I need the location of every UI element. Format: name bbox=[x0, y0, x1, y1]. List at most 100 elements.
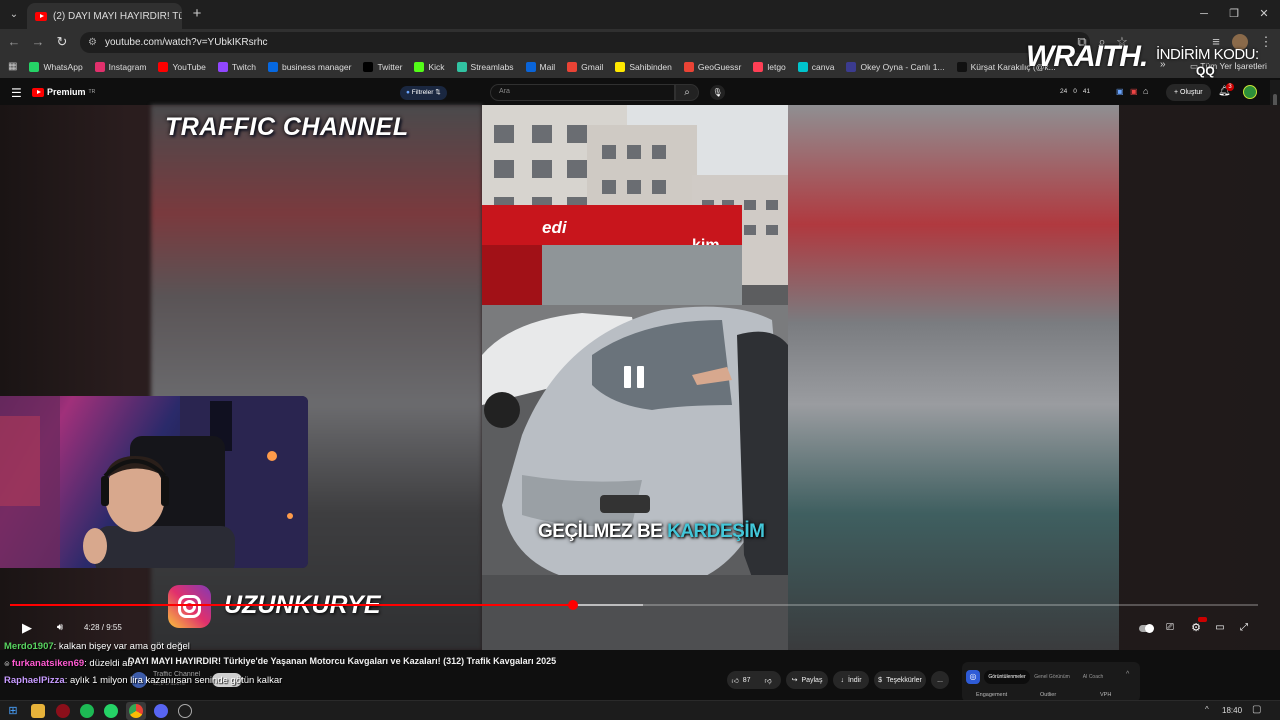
caption-text: GEÇİLMEZ BE bbox=[538, 521, 668, 542]
whatsapp-taskbar-icon[interactable] bbox=[104, 704, 118, 718]
pause-icon[interactable] bbox=[620, 362, 650, 392]
close-window-icon[interactable]: ✕ bbox=[1254, 5, 1274, 23]
bookmark-item[interactable]: canva bbox=[797, 61, 834, 72]
tiktok-icon bbox=[956, 61, 967, 72]
chrome-icon[interactable] bbox=[129, 704, 143, 718]
bookmark-item[interactable]: letgo bbox=[753, 61, 786, 72]
windows-start-icon[interactable]: ⊞ bbox=[6, 704, 20, 718]
bookmark-item[interactable]: GeoGuessr bbox=[683, 61, 742, 72]
download-label: İndir bbox=[847, 676, 862, 684]
video-blur-left bbox=[151, 105, 482, 650]
minimize-icon[interactable]: ─ bbox=[1194, 5, 1214, 23]
fullscreen-icon[interactable]: ⤢ bbox=[1236, 620, 1252, 636]
chat-username: Merdo1907 bbox=[4, 641, 54, 652]
search-icon[interactable]: ⌕ bbox=[675, 84, 699, 101]
new-tab-button[interactable]: + bbox=[188, 5, 206, 23]
video-player[interactable]: edi kim TRAFFIC CHANNEL UZUNKURYE GEÇİLM… bbox=[0, 105, 1280, 650]
opera-icon[interactable] bbox=[56, 704, 70, 718]
tab-overview[interactable]: Genel Görünüm bbox=[1032, 670, 1072, 684]
collapse-chevron-icon[interactable]: ^ bbox=[1126, 671, 1129, 678]
bookmark-item[interactable]: WhatsApp bbox=[29, 61, 83, 72]
notifications-tray-icon[interactable]: ▢ bbox=[1252, 704, 1261, 715]
youtube-icon bbox=[158, 61, 169, 72]
webcam-image bbox=[0, 396, 308, 568]
tray-caret-icon[interactable]: ^ bbox=[1205, 705, 1209, 714]
more-actions-button[interactable]: ... bbox=[931, 671, 949, 689]
streamlabs-icon bbox=[456, 61, 467, 72]
autoplay-toggle[interactable] bbox=[1138, 620, 1154, 636]
chat-message: RaphaelPizza: aylık 1 milyon lira kazanı… bbox=[4, 675, 282, 686]
tab-youtube-video[interactable]: (2) DAYI MAYI HAYIRDIR! Tü 🔊︎ ✕ bbox=[27, 3, 182, 29]
file-explorer-icon[interactable] bbox=[31, 704, 45, 718]
site-info-icon[interactable]: ⚙︎ bbox=[88, 37, 97, 48]
tab-search-chevron-icon[interactable]: ⌄ bbox=[4, 4, 24, 24]
stat-2: 0 bbox=[1073, 88, 1077, 95]
forward-arrow-icon[interactable]: → bbox=[30, 34, 46, 50]
extension-stats: 24 0 41 bbox=[1060, 88, 1090, 95]
reload-icon[interactable]: ↻ bbox=[54, 34, 70, 50]
play-icon[interactable]: ▶ bbox=[18, 620, 36, 636]
download-button[interactable]: ↓ İndir bbox=[833, 671, 869, 689]
create-button[interactable]: + Oluştur bbox=[1166, 84, 1211, 101]
bookmark-label: WhatsApp bbox=[43, 61, 83, 72]
settings-gear-icon[interactable]: ⚙︎ bbox=[1188, 620, 1204, 636]
bookmark-label: Streamlabs bbox=[470, 61, 514, 72]
bookmark-item[interactable]: YouTube bbox=[158, 61, 206, 72]
discord-icon[interactable] bbox=[154, 704, 168, 718]
theater-mode-icon[interactable]: ▭ bbox=[1212, 620, 1228, 636]
bookmark-item[interactable]: Sahibinden bbox=[615, 61, 672, 72]
restore-icon[interactable]: ❐ bbox=[1224, 5, 1244, 23]
chat-username: RaphaelPizza bbox=[4, 675, 65, 686]
bookmark-label: Instagram bbox=[108, 61, 147, 72]
spotify-icon[interactable] bbox=[80, 704, 94, 718]
video-blur-right bbox=[788, 105, 1119, 650]
microphone-icon[interactable]: 🎙︎ bbox=[710, 85, 725, 100]
bookmark-item[interactable]: Mail bbox=[525, 61, 555, 72]
chat-text: : kalkan bişey var ama göt değel bbox=[53, 641, 190, 652]
caption-highlight: KARDEŞİM bbox=[667, 521, 765, 542]
chat-text: : aylık 1 milyon lira kazanırsan seninde… bbox=[64, 675, 283, 686]
instagram-icon bbox=[168, 585, 211, 628]
address-bar[interactable]: ⚙︎ youtube.com/watch?v=YUbkIKRsrhc bbox=[80, 32, 1090, 53]
obs-icon[interactable] bbox=[178, 704, 192, 718]
browser-menu-icon[interactable]: ⋮ bbox=[1258, 34, 1274, 50]
youtube-premium-logo[interactable]: Premium TR bbox=[32, 87, 95, 97]
tab-views[interactable]: Görüntülenmeler bbox=[984, 670, 1030, 684]
channel-avatar[interactable] bbox=[1243, 85, 1257, 99]
bookmark-item[interactable]: Okey Oyna - Canlı 1... bbox=[846, 61, 945, 72]
youtube-search-input[interactable]: Ara bbox=[490, 84, 675, 101]
thanks-button[interactable]: $ Teşekkürler bbox=[874, 671, 926, 689]
clock[interactable]: 18:40 bbox=[1222, 706, 1242, 715]
hamburger-menu-icon[interactable]: ☰ bbox=[11, 86, 22, 100]
share-icon: ↪ bbox=[791, 677, 798, 684]
bookmark-item[interactable]: business manager bbox=[267, 61, 351, 72]
bookmark-item[interactable]: Kick bbox=[414, 61, 445, 72]
analytics-extension-panel: ◎ Görüntülenmeler Genel Görünüm AI Coach… bbox=[962, 662, 1140, 702]
thumbs-down-icon: 👎︎ bbox=[764, 677, 772, 685]
like-button[interactable]: 👍︎ 87 bbox=[727, 671, 755, 689]
extension-bulb-icon[interactable]: ⌂ bbox=[1143, 86, 1148, 96]
apps-grid-icon[interactable]: ▦ bbox=[8, 61, 17, 72]
volume-icon[interactable]: 🔊︎ bbox=[52, 620, 68, 636]
extension-red-icon[interactable]: ▣ bbox=[1130, 87, 1138, 96]
bookmark-item[interactable]: Twitter bbox=[363, 61, 403, 72]
subtitles-icon[interactable]: ⎚ bbox=[1162, 620, 1178, 636]
extension-icon[interactable]: ▣ bbox=[1116, 87, 1124, 96]
bookmark-label: GeoGuessr bbox=[697, 61, 742, 72]
bookmark-item[interactable]: Streamlabs bbox=[456, 61, 514, 72]
back-arrow-icon[interactable]: ← bbox=[6, 34, 22, 50]
dislike-button[interactable]: 👎︎ bbox=[755, 671, 781, 689]
progress-scrubber-handle[interactable] bbox=[567, 600, 578, 610]
bookmark-item[interactable]: Instagram bbox=[94, 61, 147, 72]
promo-code: QQ bbox=[1196, 64, 1215, 78]
bookmark-item[interactable]: Twitch bbox=[217, 61, 256, 72]
filters-button[interactable]: ● Filtreler ⇅ bbox=[400, 86, 447, 100]
map-pin-icon bbox=[683, 61, 694, 72]
share-button[interactable]: ↪ Paylaş bbox=[786, 671, 828, 689]
progress-bar-fill bbox=[10, 604, 573, 606]
streamer-webcam bbox=[0, 396, 308, 568]
tab-ai-coach[interactable]: AI Coach bbox=[1076, 670, 1110, 684]
bookmarks-list: WhatsApp Instagram YouTube Twitch business m… bbox=[29, 61, 1067, 72]
bookmark-label: Twitter bbox=[377, 61, 403, 72]
bookmark-item[interactable]: Gmail bbox=[567, 61, 603, 72]
